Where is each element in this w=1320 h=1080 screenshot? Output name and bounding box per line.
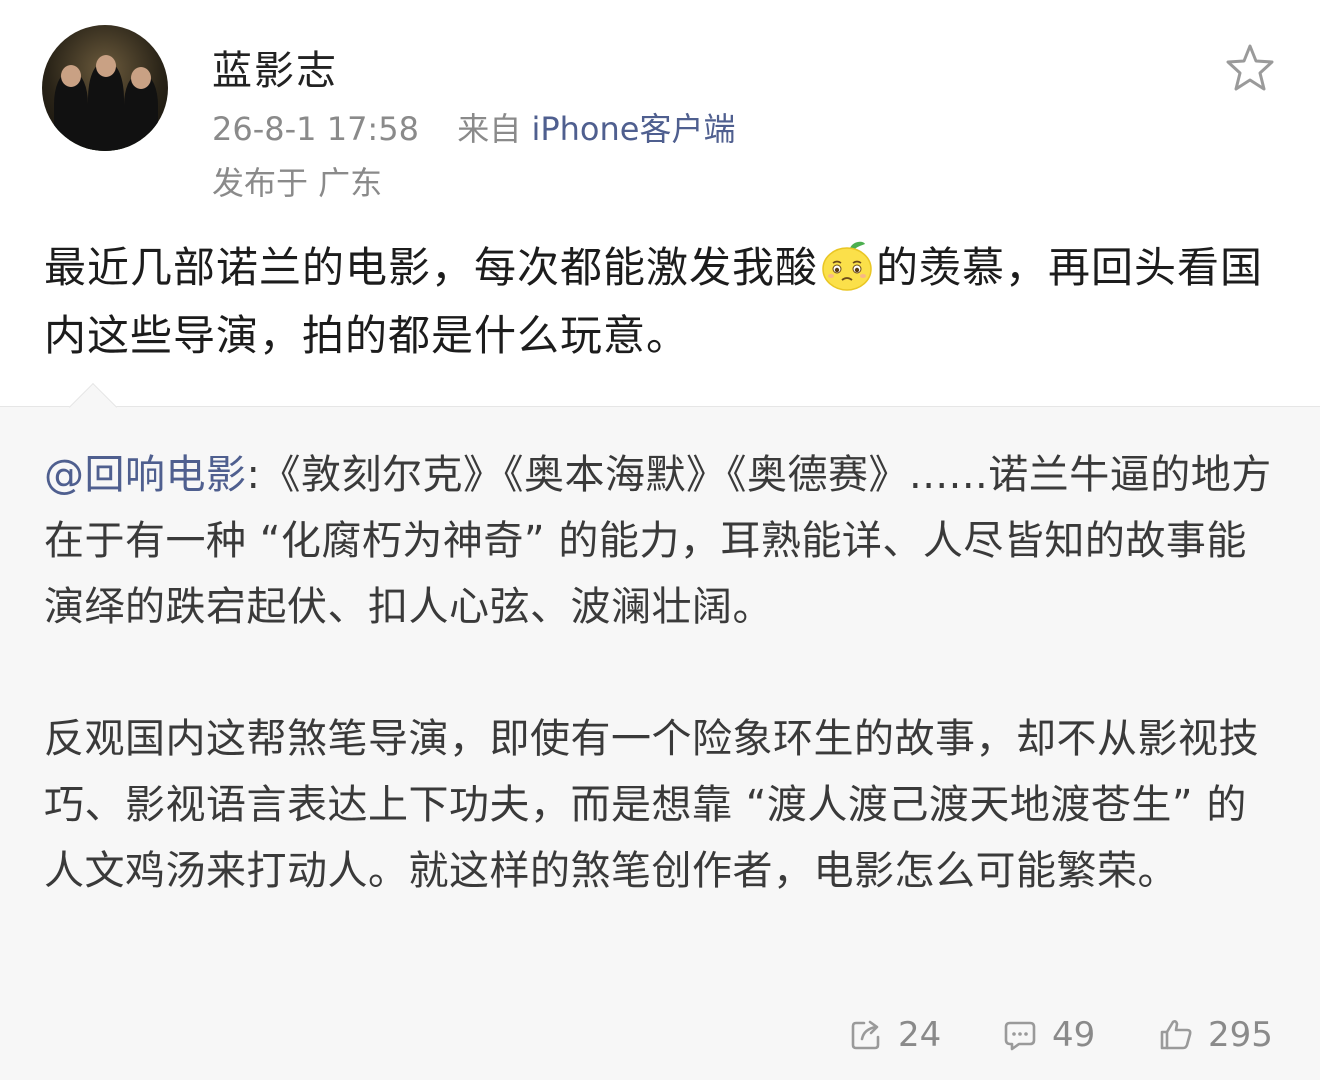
repost-button[interactable]: 24	[848, 1010, 941, 1060]
favorite-button[interactable]	[1222, 40, 1278, 96]
share-icon	[851, 1020, 880, 1050]
post-time: 26-8-1 17:58	[212, 110, 419, 148]
post-text: 最近几部诺兰的电影，每次都能激发我酸 的羡慕，再回头看国内这些导演，拍的都是什么…	[44, 234, 1284, 370]
username[interactable]: 蓝影志	[212, 38, 338, 96]
post-text-part1: 最近几部诺兰的电影，每次都能激发我酸	[44, 243, 819, 292]
from-label: 来自	[457, 110, 522, 148]
mention-link[interactable]: @回响电影	[44, 452, 247, 498]
repost-count: 24	[898, 1015, 942, 1055]
comment-count: 49	[1052, 1015, 1096, 1055]
post-source[interactable]: iPhone客户端	[531, 110, 735, 148]
post-header: 蓝影志 26-8-1 17:58 来自 iPhone客户端 发布于 广东	[0, 0, 1320, 220]
comment-button[interactable]: 49	[1002, 1010, 1095, 1060]
repost-text: @回响电影:《敦刻尔克》《奥本海默》《奥德赛》......诺兰牛逼的地方在于有一…	[44, 442, 1284, 904]
weibo-post: 蓝影志 26-8-1 17:58 来自 iPhone客户端 发布于 广东 最近几…	[0, 0, 1320, 1080]
action-bar: 24 49 295	[0, 1010, 1320, 1060]
comment-icon	[1004, 1021, 1036, 1051]
lemon-emoji-icon	[822, 241, 872, 291]
avatar[interactable]	[42, 25, 168, 151]
repost-paragraph-2: 反观国内这帮煞笔导演，即使有一个险象环生的故事，却不从影视技巧、影视语言表达上下…	[44, 716, 1259, 894]
like-button[interactable]: 295	[1158, 1010, 1273, 1060]
like-count: 295	[1208, 1015, 1273, 1055]
repost-paragraph-1: @回响电影:《敦刻尔克》《奥本海默》《奥德赛》......诺兰牛逼的地方在于有一…	[44, 442, 1284, 640]
star-icon	[1226, 44, 1274, 91]
thumbs-up-icon	[1160, 1020, 1192, 1050]
post-location: 发布于 广东	[212, 164, 383, 202]
post-meta: 26-8-1 17:58 来自 iPhone客户端	[212, 104, 735, 150]
